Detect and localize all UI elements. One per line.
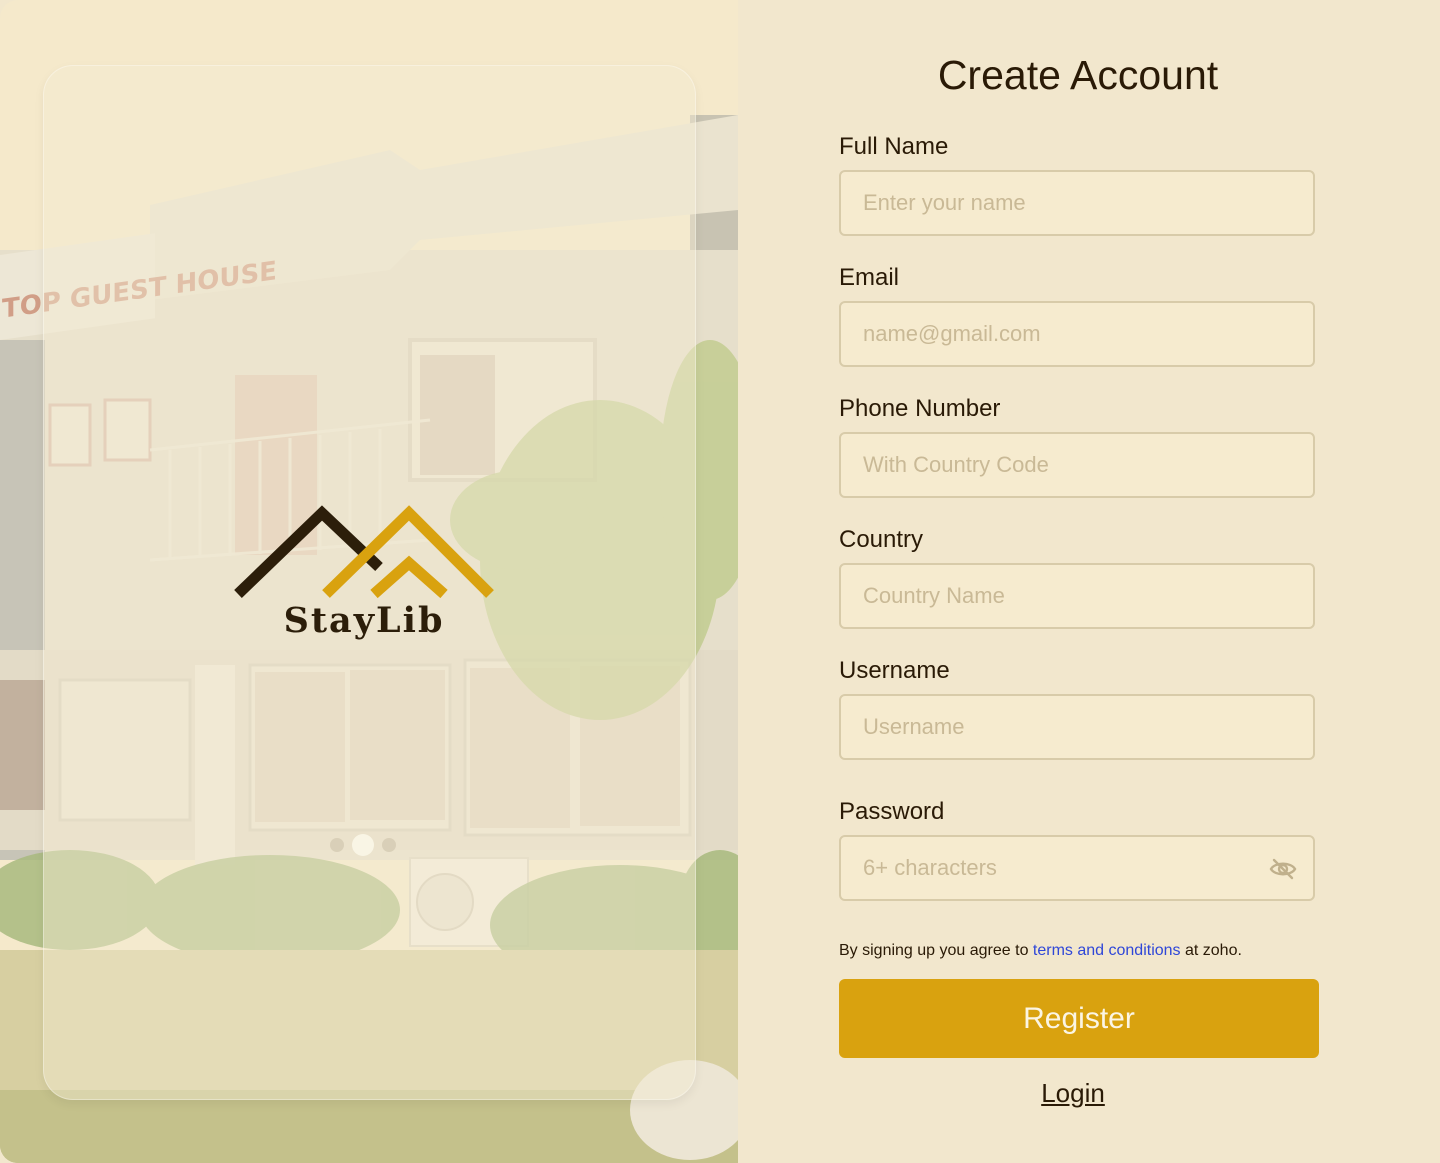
- roof-logo-icon: [234, 505, 494, 599]
- phone-input[interactable]: [841, 434, 1313, 496]
- password-input[interactable]: [841, 837, 1313, 899]
- brand-name: StayLib: [283, 600, 445, 641]
- carousel-dot-active[interactable]: [352, 834, 374, 856]
- terms-text: By signing up you agree to terms and con…: [839, 942, 1242, 960]
- terms-suffix: at zoho.: [1180, 942, 1242, 959]
- country-field: [839, 563, 1315, 629]
- username-input[interactable]: [841, 696, 1313, 758]
- email-field: [839, 301, 1315, 367]
- register-button[interactable]: Register: [839, 979, 1319, 1058]
- eye-off-icon[interactable]: [1269, 857, 1297, 881]
- carousel-dot[interactable]: [330, 838, 344, 852]
- country-input[interactable]: [841, 565, 1313, 627]
- full-name-label: Full Name: [839, 133, 949, 160]
- login-link[interactable]: Login: [738, 1078, 1408, 1109]
- phone-label: Phone Number: [839, 395, 1001, 422]
- username-field: [839, 694, 1315, 760]
- form-title: Create Account: [937, 52, 1219, 98]
- full-name-field: [839, 170, 1315, 236]
- signup-page: TOP GUEST HOUSE StayLib Create Account F…: [0, 0, 1440, 1163]
- carousel-indicators: [330, 834, 396, 856]
- carousel-dot[interactable]: [382, 838, 396, 852]
- full-name-input[interactable]: [841, 172, 1313, 234]
- email-input[interactable]: [841, 303, 1313, 365]
- email-label: Email: [839, 264, 900, 291]
- staylib-logo: StayLib: [234, 505, 494, 655]
- signup-form: Create Account Full Name Email Phone Num…: [738, 0, 1440, 1163]
- password-field: [839, 835, 1315, 901]
- terms-prefix: By signing up you agree to: [839, 942, 1033, 959]
- country-label: Country: [839, 526, 924, 553]
- password-label: Password: [839, 798, 945, 825]
- phone-field: [839, 432, 1315, 498]
- hero-photo-panel: TOP GUEST HOUSE StayLib: [0, 0, 738, 1163]
- terms-link[interactable]: terms and conditions: [1033, 942, 1181, 959]
- username-label: Username: [839, 657, 950, 684]
